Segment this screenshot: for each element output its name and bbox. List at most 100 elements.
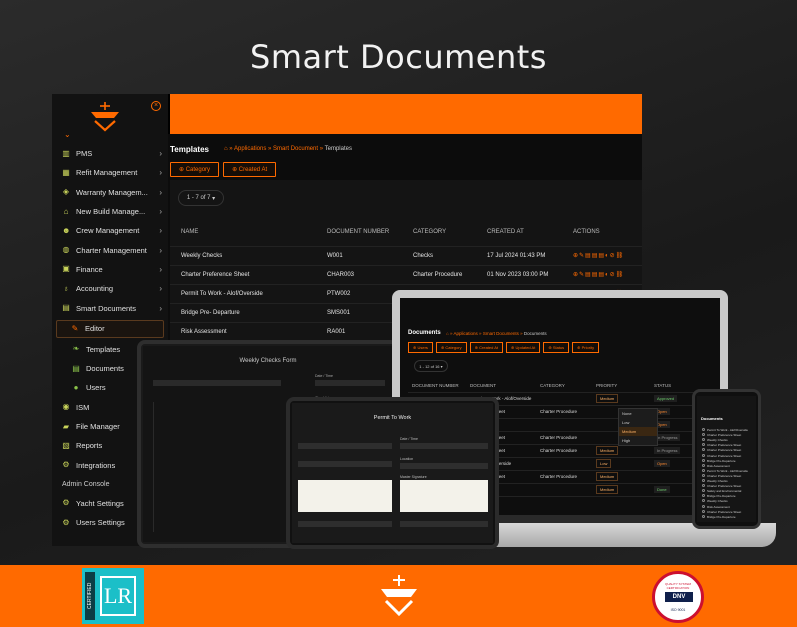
filter-button-created-at[interactable]: ⊕ Created At bbox=[469, 342, 504, 353]
column-header[interactable]: NAME bbox=[170, 218, 316, 246]
breadcrumb-applications[interactable]: Applications bbox=[234, 146, 266, 152]
list-item[interactable]: Risk Assessment bbox=[707, 464, 730, 468]
list-item[interactable]: Charter Preference Sheet bbox=[707, 454, 741, 458]
sidebar-item-new-build-manage[interactable]: ⌂ New Build Manage... › bbox=[52, 202, 168, 221]
breadcrumb-smart-documents[interactable]: Smart Documents bbox=[483, 331, 519, 336]
form-field[interactable] bbox=[400, 521, 488, 527]
priority-select[interactable]: Low bbox=[596, 459, 612, 468]
radio-icon[interactable] bbox=[702, 433, 705, 437]
date-field[interactable] bbox=[400, 443, 488, 449]
priority-dropdown[interactable]: None Low Medium High bbox=[618, 408, 658, 446]
list-item[interactable]: Weekly Checks bbox=[707, 479, 728, 483]
column-header[interactable]: DOCUMENT bbox=[466, 380, 536, 392]
radio-icon[interactable] bbox=[702, 484, 705, 488]
radio-icon[interactable] bbox=[702, 453, 705, 457]
form-field[interactable] bbox=[298, 521, 392, 527]
sidebar-item-pms[interactable]: ▥ PMS › bbox=[52, 144, 168, 163]
master-signature-pad[interactable] bbox=[400, 480, 488, 512]
form-field[interactable] bbox=[153, 380, 281, 386]
dropdown-option[interactable]: None bbox=[619, 409, 657, 418]
radio-icon[interactable] bbox=[702, 473, 705, 477]
list-item[interactable]: Bridge Pre-Departure bbox=[707, 494, 736, 498]
filter-button-users[interactable]: ⊕ Users bbox=[408, 342, 433, 353]
sidebar-item-accounting[interactable]: ♁ Accounting › bbox=[52, 279, 168, 298]
sidebar-item-warranty-managem[interactable]: ◈ Warranty Managem... › bbox=[52, 183, 168, 202]
column-header[interactable]: CATEGORY bbox=[402, 218, 476, 246]
dropdown-option[interactable]: Medium bbox=[619, 427, 657, 436]
filter-button-priority[interactable]: ⊕ Priority bbox=[572, 342, 600, 353]
sidebar-item-crew-management[interactable]: ☻ Crew Management › bbox=[52, 221, 168, 240]
radio-icon[interactable] bbox=[702, 428, 705, 431]
sidebar-item-charter-management[interactable]: ◍ Charter Management › bbox=[52, 240, 168, 259]
radio-icon[interactable] bbox=[702, 463, 705, 467]
location-field[interactable] bbox=[400, 463, 488, 469]
created-at-filter-button[interactable]: ⊕ Created At bbox=[223, 162, 277, 177]
list-item[interactable]: Charter Preference Sheet bbox=[707, 510, 741, 514]
signature-pad[interactable] bbox=[298, 480, 392, 512]
date-field[interactable] bbox=[315, 380, 385, 386]
sidebar-item-label: Warranty Managem... bbox=[76, 187, 148, 197]
column-header[interactable]: CATEGORY bbox=[536, 380, 592, 392]
category-filter-button[interactable]: ⊕ Category bbox=[170, 162, 220, 177]
form-field[interactable] bbox=[298, 461, 392, 467]
column-header[interactable]: ACTIONS bbox=[562, 218, 642, 246]
radio-icon[interactable] bbox=[702, 499, 705, 503]
sidebar-item-editor[interactable]: ✎ Editor bbox=[56, 319, 164, 338]
list-item[interactable]: Charter Preference Sheet bbox=[707, 448, 741, 452]
pagination-select[interactable]: 1 - 7 of 7 ▾ bbox=[178, 190, 224, 206]
home-icon[interactable]: ⌂ bbox=[224, 146, 228, 152]
radio-icon[interactable] bbox=[702, 438, 705, 442]
list-item[interactable]: Charter Preference Sheet bbox=[707, 484, 741, 488]
priority-select[interactable]: Medium bbox=[596, 446, 619, 455]
sidebar-item-finance[interactable]: ▣ Finance › bbox=[52, 260, 168, 279]
radio-icon[interactable] bbox=[702, 443, 705, 447]
breadcrumb-smart-document[interactable]: Smart Document bbox=[273, 146, 318, 152]
filter-button-category[interactable]: ⊕ Category bbox=[435, 342, 467, 353]
list-item[interactable]: Permit To Work - Alof/Overside bbox=[707, 428, 748, 432]
radio-icon[interactable] bbox=[702, 504, 705, 508]
list-item[interactable]: Safety and Environmental bbox=[707, 489, 741, 493]
radio-icon[interactable] bbox=[702, 458, 705, 462]
pagination-select[interactable]: 1 - 12 of 16 ▾ bbox=[414, 360, 448, 372]
column-header[interactable]: DOCUMENT NUMBER bbox=[408, 380, 466, 392]
list-item[interactable]: Charter Preference Sheet bbox=[707, 433, 741, 437]
list-item[interactable]: Permit To Work - Alof/Overside bbox=[707, 469, 748, 473]
sidebar-close-icon[interactable]: × bbox=[151, 101, 161, 111]
priority-select[interactable]: Medium bbox=[596, 394, 619, 403]
list-item[interactable]: Weekly Checks bbox=[707, 438, 728, 442]
tablet-screen: Permit To Work Date / Time Location Mast… bbox=[292, 403, 493, 543]
filter-button-updated-at[interactable]: ⊕ Updated At bbox=[506, 342, 541, 353]
filter-button-status[interactable]: ⊕ Status bbox=[543, 342, 570, 353]
list-item[interactable]: Bridge Pre-Departure bbox=[707, 515, 736, 519]
home-icon[interactable]: ⌂ bbox=[446, 331, 449, 336]
list-item[interactable]: Risk Assessment bbox=[707, 505, 730, 509]
table-row[interactable]: Charter Preference Sheet CHAR003 Charter P… bbox=[170, 264, 642, 284]
dropdown-option[interactable]: Low bbox=[619, 418, 657, 427]
radio-icon[interactable] bbox=[702, 448, 705, 452]
list-item[interactable]: Charter Preference Sheet bbox=[707, 443, 741, 447]
priority-select[interactable]: Medium bbox=[596, 472, 619, 481]
list-item[interactable]: Weekly Checks bbox=[707, 499, 728, 503]
radio-icon[interactable] bbox=[702, 468, 705, 472]
radio-icon[interactable] bbox=[702, 514, 705, 518]
column-header[interactable]: DOCUMENT NUMBER bbox=[316, 218, 402, 246]
column-header[interactable]: CREATED AT bbox=[476, 218, 562, 246]
list-item[interactable]: Bridge Pre-Departure bbox=[707, 459, 736, 463]
radio-icon[interactable] bbox=[702, 479, 705, 482]
chevron-down-icon[interactable]: ⌄ bbox=[64, 130, 71, 139]
sidebar-item-refit-management[interactable]: ▦ Refit Management › bbox=[52, 163, 168, 182]
radio-icon[interactable] bbox=[702, 509, 705, 513]
filter-label: Category bbox=[445, 345, 462, 350]
form-field[interactable] bbox=[298, 443, 392, 449]
priority-select[interactable]: Medium bbox=[596, 485, 619, 494]
radio-icon[interactable] bbox=[702, 494, 705, 498]
sidebar-item-smart-documents[interactable]: ▤ Smart Documents › bbox=[52, 298, 168, 317]
column-header[interactable]: PRIORITY bbox=[592, 380, 650, 392]
radio-icon[interactable] bbox=[702, 489, 705, 493]
table-row[interactable]: Weekly Checks W001 Checks 17 Jul 2024 01:43… bbox=[170, 245, 642, 265]
breadcrumb-applications[interactable]: Applications bbox=[454, 331, 478, 336]
list-item[interactable]: Charter Preference Sheet bbox=[707, 474, 741, 478]
row-action-icons[interactable]: ⊕✎▤▤▤◐⊘⛓ bbox=[573, 253, 624, 259]
dropdown-option[interactable]: High bbox=[619, 436, 657, 445]
row-action-icons[interactable]: ⊕✎▤▤▤◐⊘⛓ bbox=[573, 272, 624, 278]
